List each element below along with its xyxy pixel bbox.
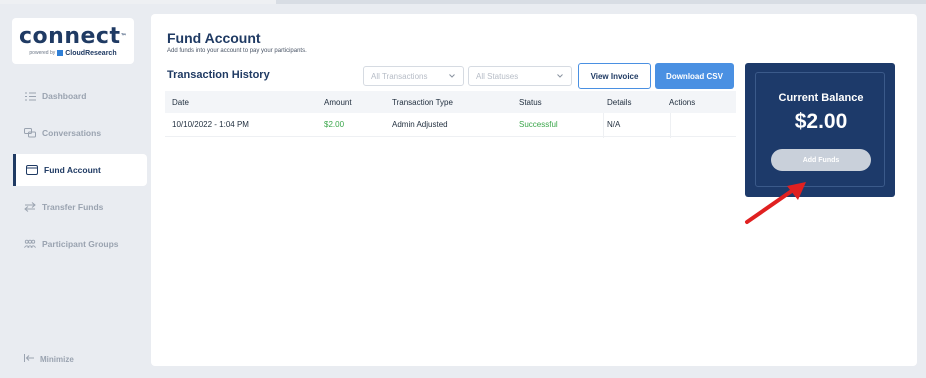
sidebar-item-conversations[interactable]: Conversations [13,117,143,149]
chevron-down-icon [449,74,455,78]
current-balance-value: $2.00 [794,110,848,133]
logo-powered-by: powered by [29,50,56,56]
annotation-arrow-icon [745,182,806,224]
status-filter[interactable]: All Statuses [468,66,572,86]
current-balance-label: Current Balance [778,92,864,104]
minimize-button[interactable]: Minimize [24,354,74,364]
chat-icon [24,128,36,138]
column-header-amount[interactable]: Amount [324,98,392,107]
table-header: Date Amount Transaction Type Status Deta… [165,91,736,113]
sidebar-item-participant-groups[interactable]: Participant Groups [13,228,143,260]
chevron-down-icon [557,74,563,78]
transaction-history-title: Transaction History [167,69,270,81]
sidebar-item-fund-account[interactable]: Fund Account [13,154,147,186]
brand-logo[interactable]: connect™ powered by CloudResearch [12,18,134,64]
logo-company: CloudResearch [65,49,117,57]
minimize-label: Minimize [40,354,74,364]
sidebar-nav: Dashboard Conversations Fund Account Tra… [0,80,147,265]
sidebar-item-label: Dashboard [42,91,87,101]
list-icon [24,91,36,101]
cell-status: Successful [519,120,558,129]
cell-amount: $2.00 [324,120,345,129]
sidebar-item-label: Transfer Funds [42,202,104,212]
status-filter-value: All Statuses [476,71,519,81]
cell-details: N/A [607,120,621,129]
page-title: Fund Account [167,30,261,46]
collapse-icon [24,354,34,364]
sidebar-item-transfer-funds[interactable]: Transfer Funds [13,191,143,223]
wallet-icon [26,165,38,175]
transaction-type-filter-value: All Transactions [371,71,428,81]
column-divider [670,113,671,138]
cell-transaction-type: Admin Adjusted [392,120,448,129]
column-header-date[interactable]: Date [165,98,324,107]
table-row[interactable]: 10/10/2022 - 1:04 PM $2.00 Admin Adjuste… [165,113,736,137]
cell-date: 10/10/2022 - 1:04 PM [172,120,249,129]
sidebar-item-label: Conversations [42,128,102,138]
cloudresearch-mark-icon [57,50,64,56]
group-icon [24,239,36,249]
transfer-icon [24,202,36,212]
logo-subline: powered by CloudResearch [29,50,116,57]
transaction-type-filter[interactable]: All Transactions [363,66,464,86]
view-invoice-button[interactable]: View Invoice [578,63,651,89]
transactions-table: Date Amount Transaction Type Status Deta… [165,91,736,137]
add-funds-button[interactable]: Add Funds [771,149,871,171]
logo-wordmark: connect™ [19,23,127,49]
sidebar-item-dashboard[interactable]: Dashboard [13,80,143,112]
column-header-status[interactable]: Status [519,98,607,107]
sidebar: connect™ powered by CloudResearch Dashbo… [0,4,147,378]
sidebar-item-label: Fund Account [44,165,101,175]
column-header-details[interactable]: Details [607,98,669,107]
current-balance-inner: Current Balance $2.00 Add Funds [755,72,885,187]
sidebar-item-label: Participant Groups [42,239,119,249]
page-subtitle: Add funds into your account to pay your … [167,48,307,54]
column-header-transaction-type[interactable]: Transaction Type [392,98,519,107]
column-header-actions: Actions [669,97,696,107]
download-csv-button[interactable]: Download CSV [655,63,734,89]
column-divider [603,113,604,138]
